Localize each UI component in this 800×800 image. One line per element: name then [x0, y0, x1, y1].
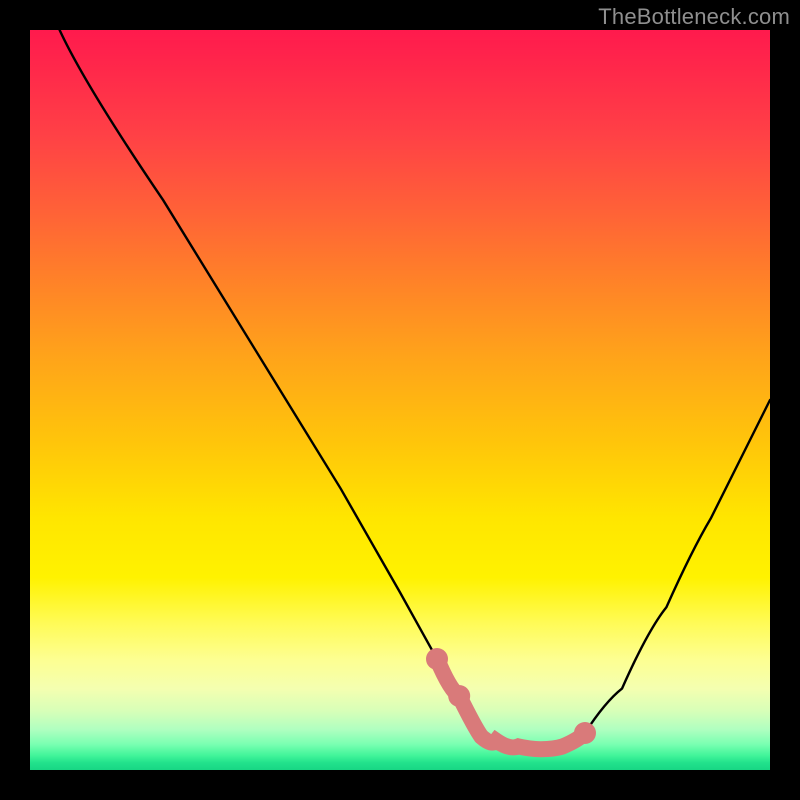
highlight-point	[448, 685, 470, 707]
chart-frame: TheBottleneck.com	[0, 0, 800, 800]
plot-area	[30, 30, 770, 770]
bottleneck-curve	[60, 30, 770, 749]
curve-overlay	[30, 30, 770, 770]
highlight-point	[574, 722, 596, 744]
highlight-point	[426, 648, 448, 670]
watermark-text: TheBottleneck.com	[598, 4, 790, 30]
